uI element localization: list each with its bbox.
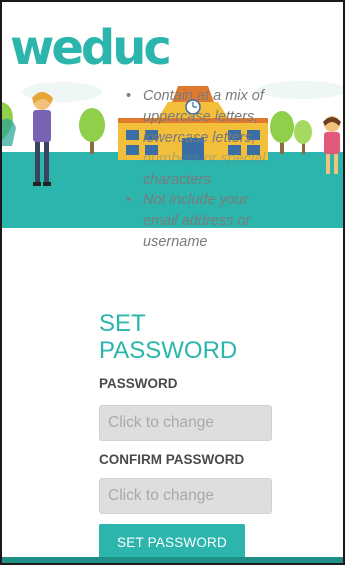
footer-bar [2, 557, 343, 563]
page-title: SET PASSWORD [99, 310, 299, 364]
requirement-line: numbers or special [143, 150, 266, 167]
title-line: SET [99, 310, 146, 337]
title-line: PASSWORD [99, 337, 238, 364]
requirement-item: Contain at a mix of uppercase letters, l… [124, 86, 294, 190]
set-password-button[interactable]: SET PASSWORD [99, 524, 245, 560]
requirement-line: email address or [143, 213, 251, 230]
weduc-logo: weduc [10, 20, 172, 76]
app-frame: weduc • Contain at a mix of uppercase le… [0, 0, 345, 565]
requirement-line: characters [143, 171, 211, 188]
requirement-line: lowercase letters, [143, 129, 256, 146]
confirm-password-label: CONFIRM PASSWORD [99, 452, 245, 467]
requirement-line: uppercase letters, [143, 108, 259, 125]
requirement-item: Not include your email address or userna… [124, 190, 294, 253]
password-field[interactable] [99, 405, 272, 441]
requirement-line: Not include your [143, 192, 248, 209]
password-label: PASSWORD [99, 376, 178, 391]
confirm-password-field[interactable] [99, 478, 272, 514]
requirement-line: username [143, 234, 208, 251]
password-requirements: Contain at a mix of uppercase letters, l… [124, 86, 294, 253]
requirement-line: Contain at a mix of [143, 88, 264, 104]
